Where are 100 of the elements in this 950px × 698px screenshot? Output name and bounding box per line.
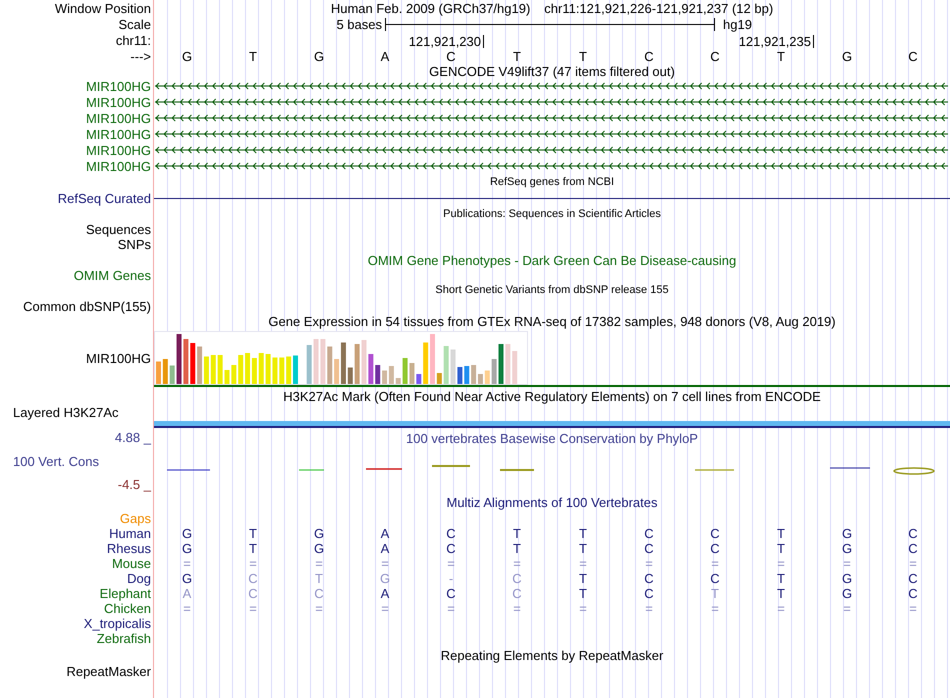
row-label[interactable]: Scale [118, 18, 151, 30]
alignment-base: = [381, 602, 389, 615]
alignment-base: = [711, 602, 719, 615]
track-label[interactable]: MIR100HG [86, 112, 151, 124]
alignment-base: C [908, 572, 918, 585]
base-letter: C [709, 50, 721, 62]
row-label[interactable]: chr11: [116, 34, 151, 46]
alignment-base: = [645, 557, 653, 570]
base-letter: C [643, 50, 655, 62]
alignment-base: C [908, 527, 918, 540]
alignment-base: = [711, 557, 719, 570]
track-label[interactable]: Sequences [86, 223, 151, 236]
alignment-base: = [513, 602, 521, 615]
alignment-base: = [579, 557, 587, 570]
base-letter: T [512, 50, 522, 62]
alignment-base: T [315, 572, 323, 585]
alignment-base: T [249, 542, 257, 555]
alignment-base: = [249, 557, 257, 570]
alignment-base: = [777, 602, 785, 615]
position-range: chr11:121,921,226-121,921,237 (12 bp) [544, 2, 774, 14]
coordinate-tick: 121,921,235 [738, 35, 814, 48]
species-label[interactable]: Mouse [112, 557, 151, 570]
track-title: GENCODE V49lift37 (47 items filtered out) [429, 64, 675, 78]
track-label[interactable]: Layered H3K27Ac [13, 406, 119, 418]
alignment-base: C [512, 572, 522, 585]
track-title: OMIM Gene Phenotypes - Dark Green Can Be Disease-causing [368, 254, 736, 266]
track-title: Repeating Elements by RepeatMasker [440, 648, 664, 662]
species-label[interactable]: Rhesus [106, 542, 151, 555]
track-label[interactable]: MIR100HG [86, 80, 151, 92]
alignment-base: T [513, 527, 521, 540]
alignment-base: C [644, 542, 654, 555]
alignment-base: C [644, 572, 654, 585]
base-letter: G [840, 50, 854, 62]
alignment-base: T [579, 542, 587, 555]
base-letter: T [578, 50, 588, 62]
alignment-base: C [248, 572, 258, 585]
track-label[interactable]: 100 Vert. Cons [0, 454, 153, 468]
species-label[interactable]: Zebrafish [96, 632, 151, 645]
species-label[interactable]: Elephant [100, 587, 151, 600]
row-label[interactable]: ---> [130, 50, 151, 62]
alignment-base: T [711, 587, 719, 600]
track-label[interactable]: MIR100HG [86, 352, 151, 365]
alignment-base: = [777, 557, 785, 570]
alignment-base: G [182, 542, 192, 555]
track-title: H3K27Ac Mark (Often Found Near Active Regulatory Elements) on 7 cell lines from ENCODE [283, 390, 821, 402]
base-letter: G [180, 50, 194, 62]
alignment-base: = [513, 557, 521, 570]
track-label[interactable]: SNPs [118, 238, 151, 251]
alignment-base: G [842, 587, 852, 600]
track-title: Short Genetic Variants from dbSNP release 155 [435, 285, 669, 296]
alignment-base: G [314, 542, 324, 555]
alignment-base: = [843, 602, 851, 615]
axis-min-label: -4.5 _ [116, 478, 152, 491]
alignment-base: G [314, 527, 324, 540]
base-letter: G [312, 50, 326, 62]
track-label[interactable]: Common dbSNP(155) [23, 300, 151, 312]
assembly-title: Human Feb. 2009 (GRCh37/hg19) [330, 2, 530, 14]
alignment-base: T [579, 587, 587, 600]
track-label[interactable]: MIR100HG [86, 128, 151, 140]
alignment-base: = [909, 557, 917, 570]
alignment-base: C [512, 587, 522, 600]
track-label[interactable]: OMIM Genes [74, 268, 151, 282]
base-letter: A [380, 50, 390, 62]
alignment-base: C [710, 527, 720, 540]
row-label[interactable]: Window Position [54, 2, 151, 14]
species-label[interactable]: Dog [127, 572, 151, 585]
alignment-base: = [843, 557, 851, 570]
track-label[interactable]: MIR100HG [86, 96, 151, 108]
alignment-base: C [446, 587, 456, 600]
track-title: RefSeq genes from NCBI [490, 176, 614, 188]
alignment-base: = [645, 602, 653, 615]
alignment-base: C [710, 542, 720, 555]
alignment-base: T [513, 542, 521, 555]
alignment-base: C [710, 572, 720, 585]
coordinate-tick: 121,921,230 [408, 35, 484, 48]
track-label[interactable]: RefSeq Curated [58, 192, 151, 204]
alignment-base: G [842, 527, 852, 540]
track-title: 100 vertebrates Basewise Conservation by PhyloP [406, 432, 698, 444]
alignment-base: = [909, 602, 917, 615]
base-letter: T [776, 50, 786, 62]
alignment-base: = [249, 602, 257, 615]
scale-text: 5 bases [335, 18, 383, 30]
species-label[interactable]: Human [109, 527, 151, 540]
alignment-base: C [644, 527, 654, 540]
track-label[interactable]: RepeatMasker [66, 664, 151, 678]
track-label[interactable]: MIR100HG [86, 160, 151, 172]
alignment-base: = [315, 602, 323, 615]
alignment-base: = [381, 557, 389, 570]
alignment-base: T [777, 587, 785, 600]
alignment-base: C [908, 542, 918, 555]
track-label[interactable]: MIR100HG [86, 144, 151, 156]
species-label[interactable]: Chicken [104, 602, 151, 615]
species-label[interactable]: X_tropicalis [84, 617, 151, 630]
alignment-base: T [777, 542, 785, 555]
alignment-base: T [579, 572, 587, 585]
base-letter: T [248, 50, 258, 62]
base-letter: C [907, 50, 919, 62]
alignment-base: = [315, 557, 323, 570]
alignment-base: C [446, 527, 456, 540]
alignment-base: G [380, 572, 390, 585]
